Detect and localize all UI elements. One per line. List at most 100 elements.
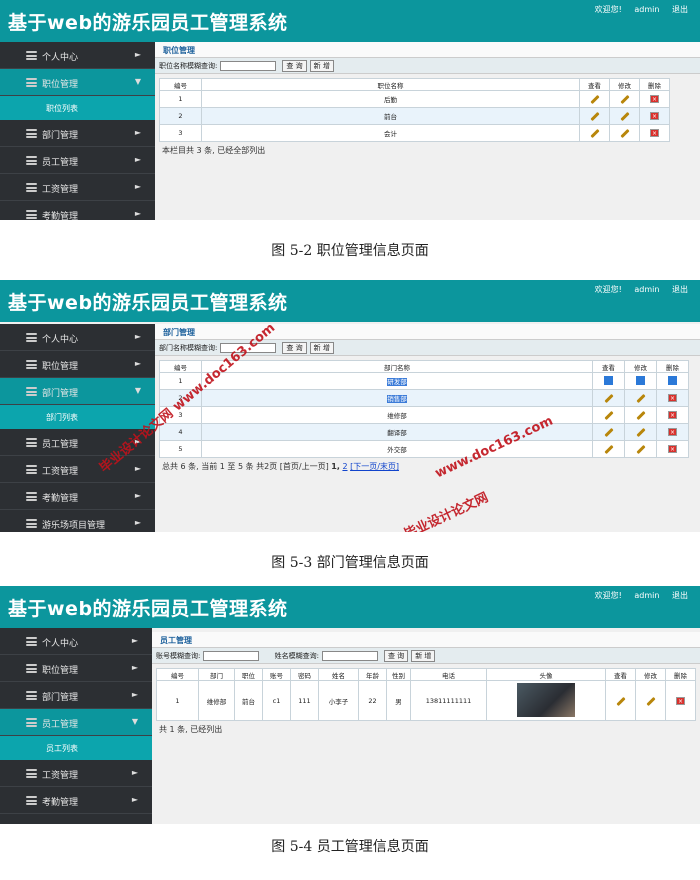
view-button[interactable] [592,406,625,424]
username-link[interactable]: admin [634,591,659,600]
sidebar: 个人中心 ► 职位管理 ► 部门管理 ▼ 部门列表 员工管理 ► 工资管理 ► 考勤管理 ►… [0,324,155,532]
app-title: 基于web的游乐园员工管理系统 [8,12,288,34]
col-header: 部门 [198,668,235,681]
view-button[interactable] [592,440,625,458]
search-bar: 职位名称模糊查询: 查 询新 增 [155,58,700,74]
col-header: 修改 [635,668,666,681]
delete-button[interactable]: × [656,423,689,441]
add-button[interactable]: 新 增 [309,342,334,354]
sidebar-item-salary[interactable]: 工资管理 ► [0,760,152,787]
list-footer: 本栏目共 3 条, 已经全部列出 [162,146,266,155]
col-header: 电话 [410,668,487,681]
sidebar-item-profile[interactable]: 个人中心 ► [0,628,152,655]
search-input[interactable] [220,61,277,71]
username-link[interactable]: admin [634,285,659,294]
col-header: 头像 [486,668,606,681]
user-bar: 欢迎您! admin 退出 [585,590,688,601]
name-search-input[interactable] [321,651,378,661]
delete-button[interactable]: × [656,406,689,424]
sidebar-item-salary[interactable]: 工资管理 ► [0,456,155,483]
username-link[interactable]: admin [634,5,659,14]
col-header: 职位 [234,668,263,681]
logout-link[interactable]: 退出 [672,285,688,294]
sidebar-item-attendance[interactable]: 考勤管理 ► [0,787,152,814]
view-button[interactable] [592,423,625,441]
view-button[interactable] [592,389,625,407]
main-panel: 职位管理 职位名称模糊查询: 查 询新 增 编号 职位名称 查看 修改 删除 1后… [155,42,700,220]
edit-button[interactable] [609,124,640,142]
sidebar-item-position[interactable]: 职位管理 ► [0,655,152,682]
delete-button[interactable]: × [639,124,670,142]
chevron-right-icon: ► [134,50,141,59]
figure-caption: 图 5-4 员工管理信息页面 [271,839,429,855]
logout-link[interactable]: 退出 [672,591,688,600]
delete-button[interactable]: × [639,90,670,108]
sidebar-item-department[interactable]: 部门管理 ► [0,120,155,147]
edit-button[interactable] [624,440,657,458]
sidebar-item-employee[interactable]: 员工管理 ▼ [0,709,152,736]
sidebar-item-department[interactable]: 部门管理 ▼ [0,378,155,405]
sidebar-item-salary[interactable]: 工资管理 ► [0,174,155,201]
edit-button[interactable] [624,406,657,424]
delete-button[interactable]: × [656,389,689,407]
sidebar-item-department[interactable]: 部门管理 ► [0,682,152,709]
pencil-icon [603,393,614,404]
delete-button[interactable] [656,372,689,390]
delete-button[interactable]: × [656,440,689,458]
table-row: 2 销售部 × [159,389,689,407]
menu-icon [26,438,37,447]
logout-link[interactable]: 退出 [672,5,688,14]
sidebar: 个人中心 ► 职位管理 ► 部门管理 ► 员工管理 ▼ 员工列表 工资管理 ► 考勤管理 ► [0,628,152,824]
add-button[interactable]: 新 增 [309,60,334,72]
sidebar-item-position[interactable]: 职位管理 ▼ [0,69,155,96]
chevron-right-icon: ► [134,182,141,191]
edit-button[interactable] [609,107,640,125]
screenshot-employee-mgmt: 基于web的游乐园员工管理系统 欢迎您! admin 退出 个人中心 ► 职位管理… [0,586,700,824]
chevron-right-icon: ► [134,359,141,368]
next-last-link[interactable]: [下一页/末页] [350,462,399,471]
sidebar-item-employee[interactable]: 员工管理 ► [0,147,155,174]
sidebar-item-profile[interactable]: 个人中心 ► [0,324,155,351]
submenu-employee-list[interactable]: 员工列表 [0,736,152,760]
col-header: 性别 [386,668,411,681]
menu-icon [26,691,37,700]
delete-button[interactable]: × [639,107,670,125]
search-button[interactable]: 查 询 [282,60,307,72]
search-label: 职位名称模糊查询: [159,62,218,70]
submenu-position-list[interactable]: 职位列表 [0,96,155,120]
edit-button[interactable] [624,389,657,407]
page-2-link[interactable]: 2 [342,462,347,471]
search-button[interactable]: 查 询 [282,342,307,354]
view-button[interactable] [579,124,610,142]
edit-button[interactable] [624,423,657,441]
menu-icon [26,387,37,396]
pencil-icon [635,410,646,421]
view-button[interactable] [579,107,610,125]
view-button[interactable] [579,90,610,108]
search-button[interactable]: 查 询 [383,650,409,662]
sidebar-item-attendance[interactable]: 考勤管理 ► [0,201,155,220]
chevron-down-icon: ▼ [131,717,138,726]
view-button[interactable] [605,680,636,721]
sidebar-item-profile[interactable]: 个人中心 ► [0,42,155,69]
delete-icon: × [650,112,659,120]
submenu-department-list[interactable]: 部门列表 [0,405,155,429]
sidebar-item-park-projects[interactable]: 游乐场项目管理 ► [0,510,155,532]
account-search-input[interactable] [203,651,260,661]
view-button[interactable] [592,372,625,390]
edit-button[interactable] [635,680,666,721]
delete-button[interactable]: × [665,680,696,721]
chevron-down-icon: ▼ [134,386,141,395]
col-header: 姓名 [318,668,359,681]
table-row: 3 维修部 × [159,406,689,424]
chevron-right-icon: ► [131,636,138,645]
pencil-icon [635,427,646,438]
add-button[interactable]: 新 增 [411,650,436,662]
edit-button[interactable] [624,372,657,390]
delete-icon: × [668,428,677,436]
col-header: 修改 [609,78,640,91]
edit-button[interactable] [609,90,640,108]
sidebar-item-attendance[interactable]: 考勤管理 ► [0,483,155,510]
sidebar-item-position[interactable]: 职位管理 ► [0,351,155,378]
pencil-icon [635,444,646,455]
